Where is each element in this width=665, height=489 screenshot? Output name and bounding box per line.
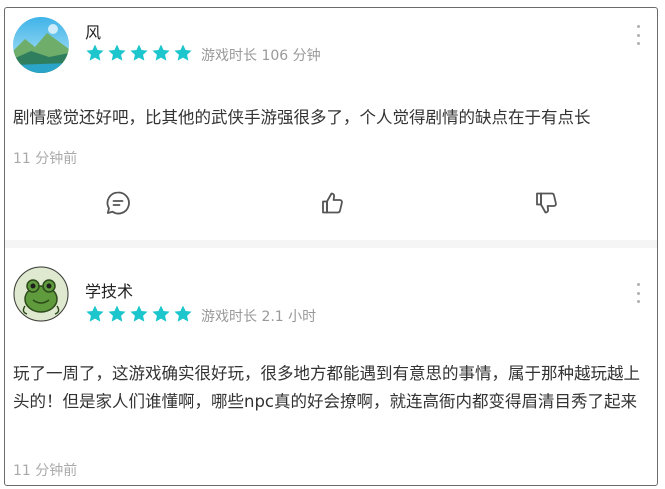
star-icon <box>108 305 126 322</box>
timestamp: 11 分钟前 <box>13 463 78 479</box>
star-rating <box>85 43 193 65</box>
star-rating <box>85 304 193 326</box>
star-icon <box>174 44 192 61</box>
frog-avatar-icon <box>13 266 69 322</box>
username[interactable]: 学技术 <box>85 278 133 302</box>
thumbs-up-icon <box>322 192 343 214</box>
star-icon <box>130 44 148 61</box>
review-actions <box>5 188 657 220</box>
avatar[interactable] <box>13 266 69 322</box>
more-options-icon[interactable] <box>633 25 643 45</box>
avatar[interactable] <box>13 17 69 73</box>
playtime: 游戏时长 2.1 小时 <box>201 309 317 325</box>
star-icon <box>86 305 104 322</box>
playtime: 游戏时长 106 分钟 <box>201 48 321 64</box>
star-icon <box>152 44 170 61</box>
username[interactable]: 风 <box>85 19 101 43</box>
comment-button[interactable] <box>103 188 133 218</box>
landscape-avatar-icon <box>13 17 69 73</box>
star-icon <box>86 44 104 61</box>
star-icon <box>130 305 148 322</box>
review-list: 风 游戏时长 106 分钟 剧情感觉还好吧，比其他的武侠手游强很多了，个人觉得剧… <box>4 7 658 486</box>
dislike-button[interactable] <box>531 188 561 218</box>
comment-icon <box>106 191 130 215</box>
thumbs-down-icon <box>536 192 557 214</box>
review-card: 学技术 游戏时长 2.1 小时 玩了一周了，这游戏确实很好玩，很多地方都能遇到有… <box>5 248 657 485</box>
more-options-icon[interactable] <box>633 283 643 303</box>
like-button[interactable] <box>317 188 347 218</box>
star-icon <box>108 44 126 61</box>
review-card: 风 游戏时长 106 分钟 剧情感觉还好吧，比其他的武侠手游强很多了，个人觉得剧… <box>5 8 657 240</box>
divider <box>5 240 657 248</box>
review-text: 玩了一周了，这游戏确实很好玩，很多地方都能遇到有意思的事情，属于那种越玩越上头的… <box>13 364 640 411</box>
star-icon <box>152 305 170 322</box>
timestamp: 11 分钟前 <box>13 151 78 167</box>
review-text: 剧情感觉还好吧，比其他的武侠手游强很多了，个人觉得剧情的缺点在于有点长 <box>13 108 591 127</box>
star-icon <box>174 305 192 322</box>
